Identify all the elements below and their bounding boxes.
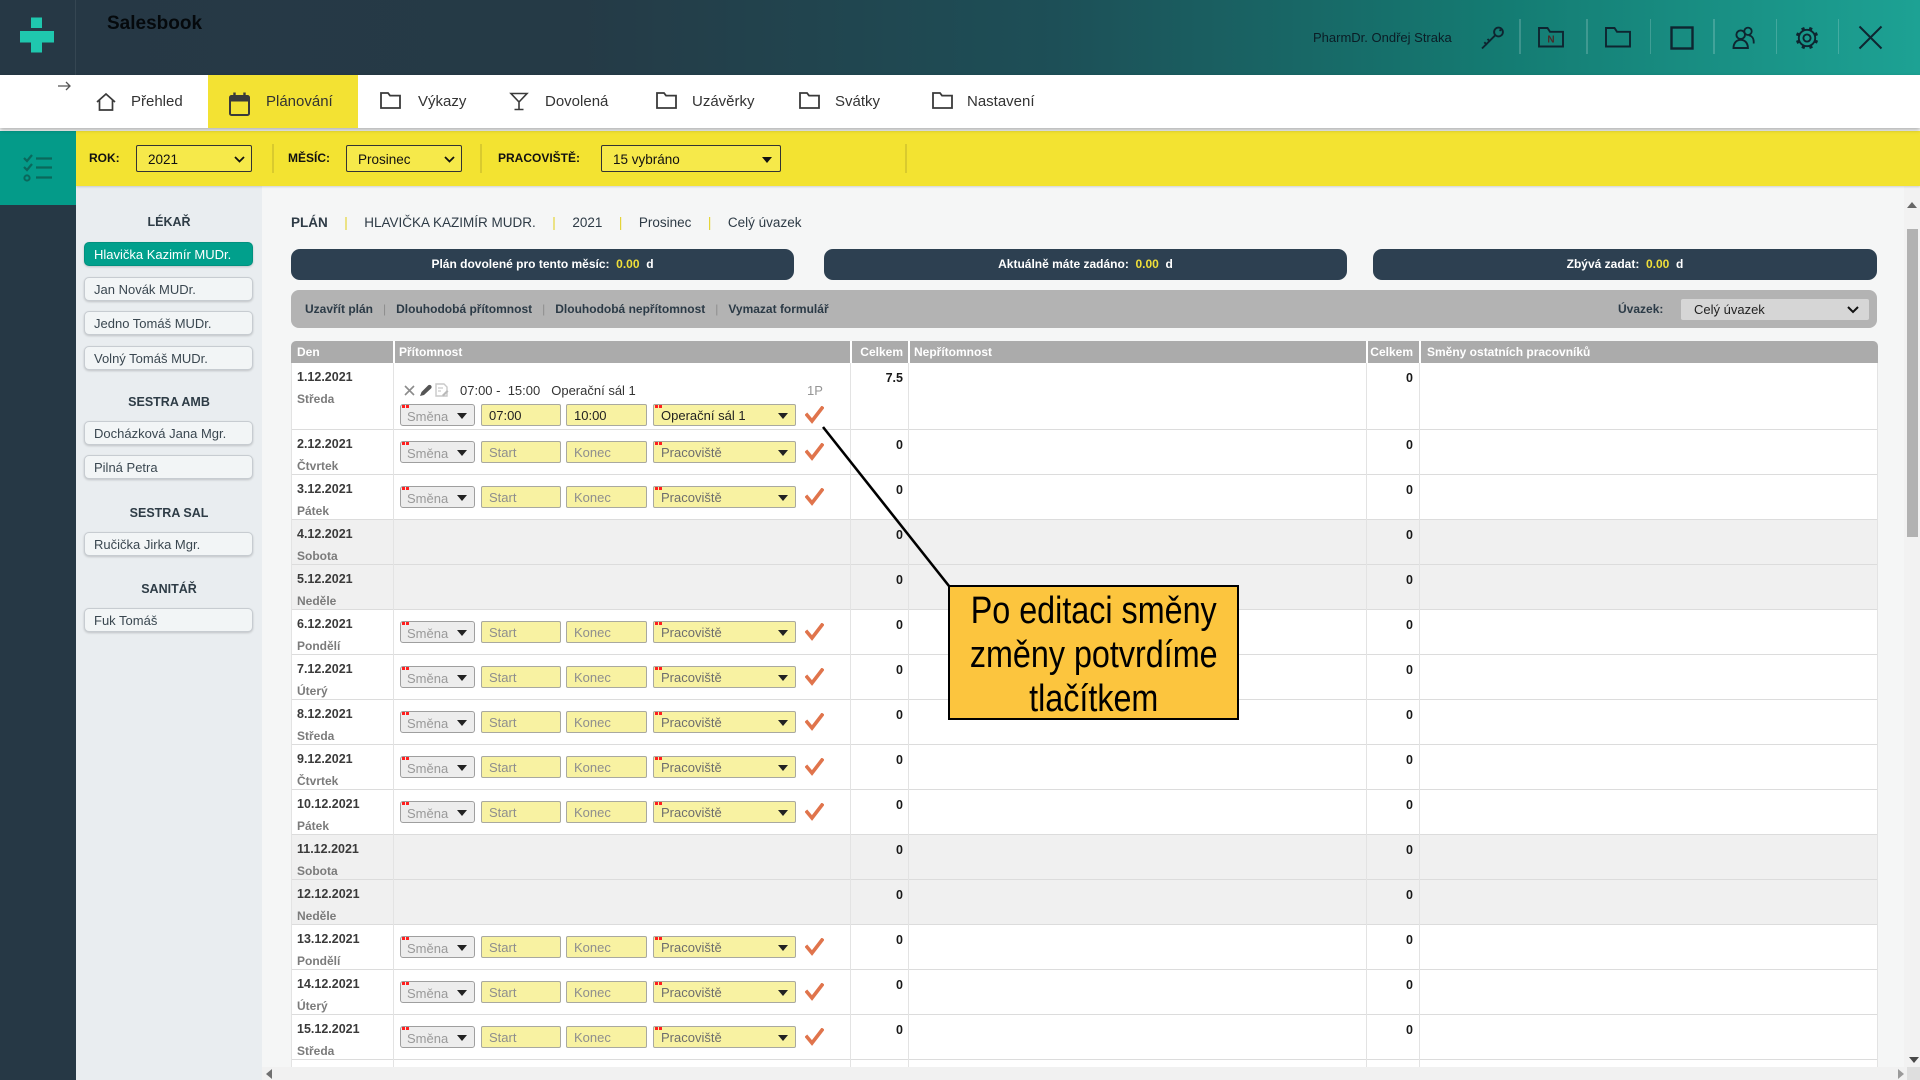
svg-text:N: N [1547,35,1554,46]
